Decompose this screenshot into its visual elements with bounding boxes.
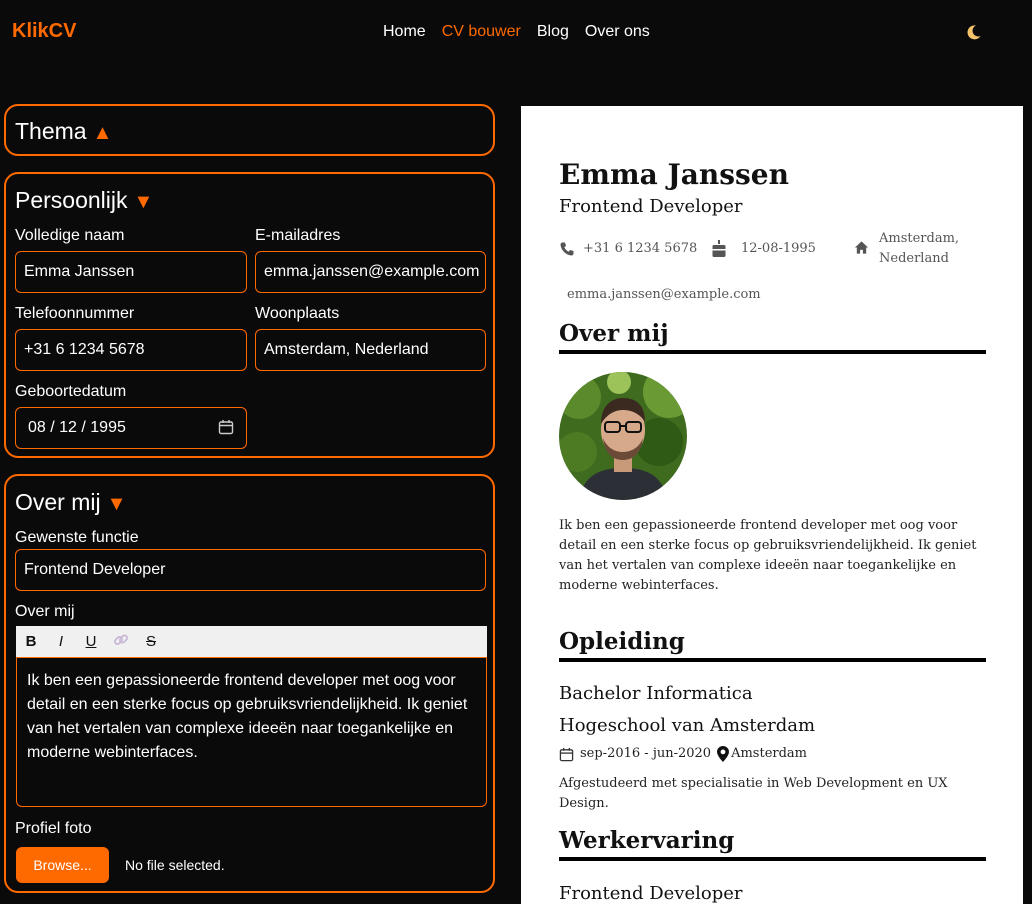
- personal-title: Persoonlijk: [15, 187, 128, 213]
- cv-about-heading: Over mij: [559, 320, 986, 354]
- cv-city-line1: Amsterdam,: [879, 231, 960, 246]
- theme-title: Thema: [15, 118, 87, 144]
- cv-school: Hogeschool van Amsterdam: [559, 715, 816, 736]
- city-input[interactable]: Amsterdam, Nederland: [255, 329, 486, 371]
- cake-icon: [712, 240, 726, 257]
- birth-date-input[interactable]: 08 / 12 / 1995: [15, 407, 247, 449]
- rich-text-toolbar: B I U S: [16, 626, 487, 657]
- cv-edu-period: sep-2016 - jun-2020: [580, 746, 712, 761]
- job-label: Gewenste functie: [15, 529, 139, 546]
- birth-date-value: 08 / 12 / 1995: [28, 419, 126, 436]
- nav-home[interactable]: Home: [383, 23, 426, 41]
- cv-birth-text: 12-08-1995: [741, 241, 816, 256]
- cv-edu-meta: sep-2016 - jun-2020 Amsterdam: [559, 744, 807, 764]
- expand-down-icon[interactable]: ▼: [134, 191, 154, 213]
- strikethrough-button[interactable]: S: [136, 633, 166, 650]
- theme-panel: Thema ▲: [4, 104, 495, 156]
- email-label: E-mailadres: [255, 227, 341, 244]
- underline-button[interactable]: U: [76, 633, 106, 650]
- cv-name: Emma Janssen: [559, 158, 789, 191]
- full-name-input[interactable]: Emma Janssen: [15, 251, 247, 293]
- cv-edu-desc: Afgestudeerd met specialisatie in Web De…: [559, 776, 948, 811]
- file-status: No file selected.: [125, 857, 225, 873]
- home-icon: [854, 241, 869, 254]
- about-label: Over mij: [15, 603, 75, 620]
- italic-button[interactable]: I: [46, 633, 76, 650]
- phone-icon: [560, 242, 574, 256]
- job-input[interactable]: Frontend Developer: [15, 549, 486, 591]
- profile-photo: [559, 372, 687, 500]
- nav-over-ons[interactable]: Over ons: [585, 23, 650, 41]
- cv-edu-city: Amsterdam: [731, 746, 807, 761]
- nav-blog[interactable]: Blog: [537, 23, 569, 41]
- bold-button[interactable]: B: [16, 633, 46, 650]
- expand-down-icon[interactable]: ▼: [107, 493, 127, 515]
- location-pin-icon: [717, 746, 730, 762]
- email-input[interactable]: emma.janssen@example.com: [255, 251, 486, 293]
- personal-panel: Persoonlijk ▼ Volledige naam Emma Janssen…: [4, 172, 495, 458]
- nav-cv-bouwer[interactable]: CV bouwer: [442, 23, 521, 41]
- cv-email: emma.janssen@example.com: [567, 287, 761, 302]
- cv-city: Amsterdam, Nederland: [879, 229, 959, 269]
- about-panel-header[interactable]: Over mij ▼: [15, 489, 126, 516]
- calendar-icon[interactable]: [218, 419, 234, 435]
- phone-input[interactable]: +31 6 1234 5678: [15, 329, 247, 371]
- theme-panel-header[interactable]: Thema ▲: [15, 118, 112, 145]
- birth-label: Geboortedatum: [15, 383, 127, 400]
- photo-label: Profiel foto: [15, 820, 92, 837]
- calendar-icon: [559, 747, 574, 762]
- full-name-label: Volledige naam: [15, 227, 125, 244]
- browse-button[interactable]: Browse...: [16, 847, 109, 883]
- cv-work-heading: Werkervaring: [559, 827, 986, 861]
- phone-label: Telefoonnummer: [15, 305, 135, 322]
- moon-icon[interactable]: [966, 24, 982, 44]
- collapse-up-icon[interactable]: ▲: [93, 122, 113, 144]
- cv-preview: Emma Janssen Frontend Developer +31 6 12…: [521, 106, 1023, 904]
- personal-panel-header[interactable]: Persoonlijk ▼: [15, 187, 153, 214]
- cv-city-line2: Nederland: [879, 251, 949, 266]
- cv-degree: Bachelor Informatica: [559, 683, 753, 704]
- cv-education-heading: Opleiding: [559, 628, 986, 662]
- cv-phone: +31 6 1234 5678: [559, 239, 697, 259]
- link-icon[interactable]: [106, 632, 136, 652]
- main-nav: Home CV bouwer Blog Over ons: [383, 23, 650, 41]
- about-panel: Over mij ▼ Gewenste functie Frontend Deve…: [4, 474, 495, 893]
- cv-phone-text: +31 6 1234 5678: [583, 241, 698, 256]
- about-text-editor[interactable]: Ik ben een gepassioneerde frontend devel…: [16, 657, 487, 807]
- cv-location: Amsterdam, Nederland: [854, 229, 959, 269]
- logo[interactable]: KlikCV: [12, 20, 76, 43]
- cv-about-text: Ik ben een gepassioneerde frontend devel…: [559, 518, 977, 593]
- about-title: Over mij: [15, 489, 101, 515]
- cv-work-title: Frontend Developer: [559, 883, 743, 904]
- cv-birth: 12-08-1995: [711, 239, 816, 259]
- cv-role: Frontend Developer: [559, 196, 743, 217]
- city-label: Woonplaats: [255, 305, 340, 322]
